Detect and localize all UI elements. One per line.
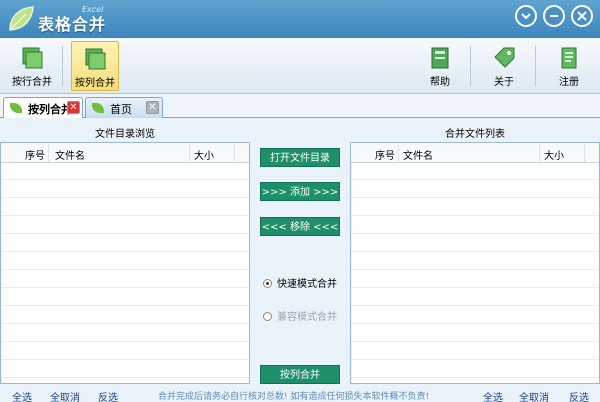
list-header: 序号 文件名 大小 [351, 143, 599, 163]
column-divider [189, 143, 190, 163]
merge-file-list[interactable]: 序号 文件名 大小 [350, 142, 600, 384]
merge-by-column-button[interactable]: 按列合并 [71, 41, 119, 91]
about-label: 关于 [494, 77, 514, 88]
collapse-icon [521, 13, 531, 20]
sheets-icon [22, 47, 43, 69]
minimize-icon [550, 15, 558, 17]
minimize-button[interactable] [543, 5, 565, 27]
radio-unselected-icon [263, 312, 272, 321]
warning-message: 合并完成后请务必自行核对总数! 如有造成任何损失本软件概不负责! [158, 392, 430, 402]
register-button[interactable]: 注册 [545, 41, 593, 91]
right-panel-title: 合并文件列表 [445, 129, 505, 140]
right-invert-selection-link[interactable]: 反选 [569, 389, 589, 402]
merge-by-column-label: 按列合并 [75, 78, 115, 89]
open-directory-button[interactable]: 打开文件目录 [260, 148, 340, 167]
compat-mode-label: 兼容模式合并 [277, 312, 337, 323]
help-button[interactable]: 帮助 [416, 41, 464, 91]
sheets-icon [85, 48, 106, 70]
status-bar: 全选 全取消 反选 合并完成后请务必自行核对总数! 如有造成任何损失本软件概不负… [0, 388, 600, 402]
app-subtitle: Excel [82, 5, 104, 14]
left-select-all-link[interactable]: 全选 [12, 389, 32, 402]
tab-close-icon[interactable]: ✕ [146, 101, 159, 114]
column-header-filename[interactable]: 文件名 [403, 147, 433, 162]
column-header-index[interactable]: 序号 [375, 147, 395, 162]
compat-mode-radio[interactable]: 兼容模式合并 [263, 308, 337, 323]
toolbar-divider [470, 46, 471, 86]
leaf-icon [92, 103, 104, 113]
column-divider [48, 143, 49, 163]
column-header-index[interactable]: 序号 [25, 147, 45, 162]
toolbar-divider [62, 46, 63, 86]
add-button[interactable]: >>> 添加 >>> [260, 182, 340, 201]
fast-mode-radio[interactable]: 快速模式合并 [263, 275, 337, 290]
merge-button[interactable]: 按列合并 [260, 365, 340, 384]
title-bar: 表格合并 Excel [0, 0, 600, 38]
left-panel-title: 文件目录浏览 [95, 129, 155, 140]
column-header-size[interactable]: 大小 [194, 147, 214, 162]
toolbar: 按行合并 按列合并 帮助 关于 注册 [0, 38, 600, 94]
left-invert-selection-link[interactable]: 反选 [98, 389, 118, 402]
leaf-logo-icon [9, 6, 34, 31]
leaf-icon [10, 103, 22, 113]
register-label: 注册 [559, 77, 579, 88]
about-button[interactable]: 关于 [480, 41, 528, 91]
column-divider [584, 143, 585, 163]
app-title: 表格合并 [38, 15, 107, 34]
tab-label: 首页 [110, 103, 132, 116]
right-deselect-all-link[interactable]: 全取消 [519, 389, 549, 402]
column-divider [234, 143, 235, 163]
fast-mode-label: 快速模式合并 [277, 279, 337, 290]
help-label: 帮助 [430, 77, 450, 88]
close-button[interactable] [571, 5, 593, 27]
close-icon [577, 11, 587, 21]
list-header: 序号 文件名 大小 [1, 143, 249, 163]
tag-icon [494, 47, 515, 68]
main-content: 文件目录浏览 合并文件列表 序号 文件名 大小 打开文件目录 >>> 添加 >>… [0, 118, 600, 388]
column-divider [398, 143, 399, 163]
merge-by-row-label: 按行合并 [12, 77, 52, 88]
right-select-all-link[interactable]: 全选 [483, 389, 503, 402]
column-header-filename[interactable]: 文件名 [55, 147, 85, 162]
help-book-icon [431, 47, 449, 69]
radio-selected-icon [263, 279, 272, 288]
column-divider [539, 143, 540, 163]
tab-merge-by-column[interactable]: 按列合并 ✕ [3, 97, 83, 119]
file-browser-list[interactable]: 序号 文件名 大小 [0, 142, 250, 384]
tab-bar: 按列合并 ✕ 首页 ✕ [0, 94, 600, 119]
remove-button[interactable]: <<< 移除 <<< [260, 217, 340, 236]
toolbar-divider [535, 46, 536, 86]
collapse-button[interactable] [515, 5, 537, 27]
tab-home[interactable]: 首页 ✕ [85, 97, 163, 118]
column-header-size[interactable]: 大小 [544, 147, 564, 162]
left-deselect-all-link[interactable]: 全取消 [50, 389, 80, 402]
tab-label: 按列合并 [28, 103, 72, 116]
tab-close-icon[interactable]: ✕ [67, 101, 80, 114]
document-icon [561, 47, 577, 69]
merge-by-row-button[interactable]: 按行合并 [8, 41, 56, 91]
